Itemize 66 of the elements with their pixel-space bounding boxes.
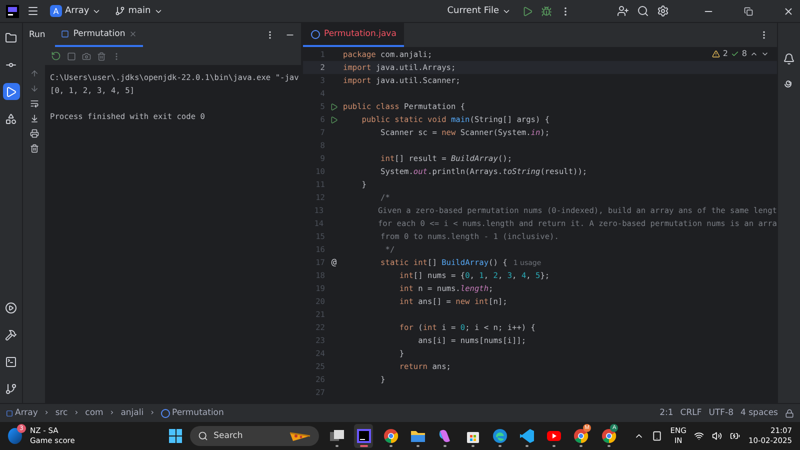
breadcrumb[interactable]: com — [85, 408, 104, 418]
breadcrumb-separator: › — [110, 408, 114, 418]
tablet-icon[interactable] — [652, 431, 662, 441]
windows-stack-icon — [328, 428, 345, 444]
breadcrumb-separator: › — [74, 408, 78, 418]
bell-icon[interactable] — [783, 53, 795, 65]
square-icon — [61, 30, 70, 38]
stop-icon[interactable] — [67, 52, 76, 60]
run-tab[interactable]: Permutation — [55, 23, 144, 47]
indent-setting[interactable]: 4 spaces — [740, 408, 778, 418]
breadcrumb[interactable]: src — [55, 408, 68, 418]
search-icon — [198, 431, 208, 441]
camera-icon[interactable] — [82, 52, 91, 60]
ide-logo-icon — [356, 428, 372, 444]
restore-icon[interactable] — [744, 6, 753, 16]
ide-logo-icon — [6, 4, 19, 18]
bug-icon[interactable] — [541, 6, 552, 16]
wave-logo-icon — [492, 428, 508, 444]
encoding[interactable]: UTF-8 — [708, 408, 734, 418]
lock-icon[interactable] — [785, 408, 794, 418]
run-icon[interactable] — [522, 6, 533, 16]
branch-button[interactable]: main — [112, 4, 166, 18]
pizza-icon — [289, 430, 312, 442]
warning-count: 2 — [722, 49, 728, 58]
panel-title: Run — [29, 29, 46, 42]
arrow-down-icon[interactable] — [30, 84, 38, 93]
start-icon[interactable] — [169, 429, 182, 443]
breadcrumb-separator: › — [44, 408, 48, 418]
volume-icon[interactable] — [712, 431, 722, 441]
settings-icon[interactable] — [657, 5, 669, 17]
project-button[interactable]: A Array — [47, 3, 104, 19]
line-ending[interactable]: CRLF — [680, 408, 702, 418]
arrow-up-icon[interactable] — [30, 69, 38, 78]
branch-icon — [115, 6, 126, 16]
run-config-button[interactable]: Current File — [444, 4, 514, 18]
close-icon[interactable] — [783, 6, 794, 16]
code-editor-logo-icon — [519, 428, 536, 444]
printer-icon[interactable] — [30, 129, 38, 138]
search-icon[interactable] — [637, 5, 649, 17]
caret-position[interactable]: 2:1 — [660, 408, 674, 418]
file-tab[interactable]: Permutation.java — [303, 23, 404, 47]
rerun-icon[interactable] — [51, 51, 61, 61]
gutter-mark[interactable]: @ — [331, 258, 337, 268]
wrap-icon[interactable] — [30, 99, 38, 108]
check-count: 8 — [742, 49, 747, 58]
browser-logo-icon — [600, 428, 617, 444]
breadcrumb[interactable]: Permutation — [161, 408, 224, 418]
wifi-icon[interactable] — [694, 431, 704, 441]
check-icon — [730, 50, 739, 58]
breadcrumb-separator: › — [150, 408, 154, 418]
video-play-icon — [546, 428, 562, 444]
browser-logo-icon — [383, 428, 400, 444]
class-icon — [311, 30, 320, 38]
class-icon — [161, 408, 170, 418]
scroll-end-icon[interactable] — [30, 114, 38, 123]
breadcrumb[interactable]: Array — [6, 408, 38, 418]
folder-icon — [410, 428, 426, 444]
battery-icon[interactable] — [730, 431, 740, 441]
search-field[interactable]: Search — [190, 426, 320, 446]
menu-icon[interactable] — [27, 5, 39, 17]
browser-logo-icon — [573, 428, 590, 444]
breadcrumb[interactable]: anjali — [120, 408, 144, 418]
square-icon — [6, 410, 13, 416]
play-icon[interactable] — [2, 83, 20, 100]
warning-icon — [712, 50, 720, 58]
user-add-icon[interactable] — [617, 5, 629, 17]
